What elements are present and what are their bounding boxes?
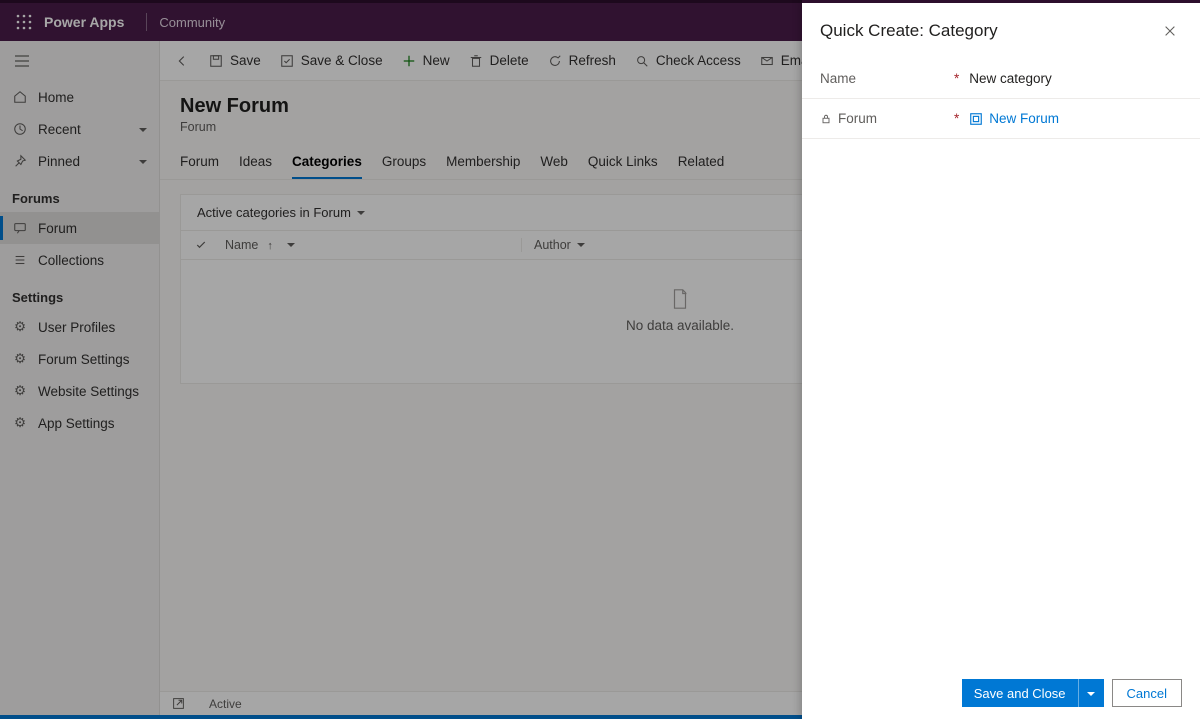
field-name[interactable]: Name * New category [802, 59, 1200, 99]
chevron-down-icon [1087, 686, 1095, 701]
close-icon[interactable] [1158, 19, 1182, 43]
modal-backdrop[interactable] [0, 0, 802, 719]
save-split-dropdown[interactable] [1078, 679, 1104, 707]
required-indicator: * [954, 71, 959, 86]
field-name-label: Name [820, 71, 856, 86]
required-indicator: * [954, 111, 959, 126]
panel-title: Quick Create: Category [820, 21, 998, 41]
field-forum-label: Forum [838, 111, 877, 126]
cancel-label: Cancel [1127, 686, 1167, 701]
field-forum-value-text: New Forum [989, 111, 1059, 126]
save-and-close-label: Save and Close [962, 686, 1078, 701]
quick-create-panel: Quick Create: Category Name * New catego… [802, 0, 1200, 719]
field-forum[interactable]: Forum * New Forum [802, 99, 1200, 139]
lock-icon [820, 113, 832, 125]
cancel-button[interactable]: Cancel [1112, 679, 1182, 707]
field-name-value: New category [969, 71, 1052, 86]
field-forum-value[interactable]: New Forum [969, 111, 1059, 126]
save-and-close-button[interactable]: Save and Close [962, 679, 1104, 707]
